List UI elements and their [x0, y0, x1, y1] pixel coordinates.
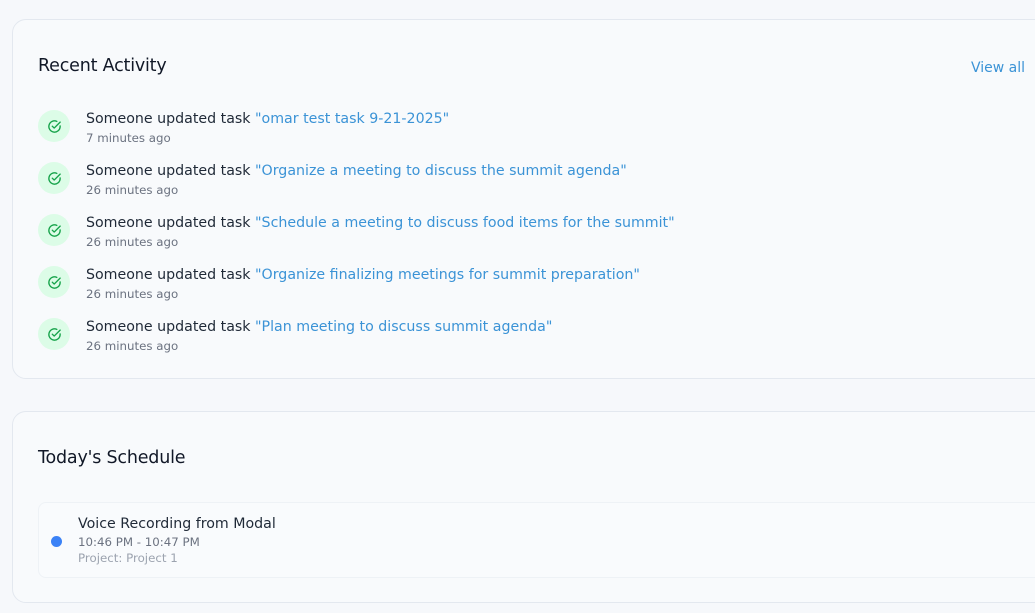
check-circle-icon [38, 266, 70, 298]
activity-time: 26 minutes ago [86, 339, 179, 353]
activity-time: 26 minutes ago [86, 183, 179, 197]
check-circle-icon [38, 318, 70, 350]
activity-time: 7 minutes ago [86, 131, 171, 145]
check-circle-icon [38, 214, 70, 246]
activity-item: Someone updated task "Plan meeting to di… [37, 318, 937, 358]
task-link[interactable]: "Organize a meeting to discuss the summi… [255, 163, 627, 179]
task-link[interactable]: "omar test task 9-21-2025" [255, 111, 449, 127]
schedule-event[interactable]: Voice Recording from Modal 10:46 PM - 10… [38, 502, 1035, 578]
event-dot-icon [51, 536, 62, 547]
activity-prefix: Someone updated task [86, 319, 256, 335]
task-link[interactable]: "Plan meeting to discuss summit agenda" [255, 319, 552, 335]
activity-prefix: Someone updated task [86, 215, 256, 231]
activity-prefix: Someone updated task [86, 267, 256, 283]
todays-schedule-card: Today's Schedule Voice Recording from Mo… [12, 411, 1035, 603]
event-project: Project: Project 1 [78, 551, 178, 565]
recent-activity-card: Recent Activity View all Someone updated… [12, 19, 1035, 379]
activity-prefix: Someone updated task [86, 163, 256, 179]
event-title: Voice Recording from Modal [78, 516, 276, 532]
activity-text: Someone updated task "Organize finalizin… [86, 267, 640, 283]
recent-activity-title: Recent Activity [38, 56, 167, 76]
activity-item: Someone updated task "Organize finalizin… [37, 266, 937, 306]
check-circle-icon [38, 162, 70, 194]
activity-item: Someone updated task "Schedule a meeting… [37, 214, 937, 254]
activity-prefix: Someone updated task [86, 111, 256, 127]
activity-item: Someone updated task "Organize a meeting… [37, 162, 937, 202]
check-circle-icon [38, 110, 70, 142]
activity-text: Someone updated task "Schedule a meeting… [86, 215, 675, 231]
activity-time: 26 minutes ago [86, 287, 179, 301]
activity-time: 26 minutes ago [86, 235, 179, 249]
todays-schedule-title: Today's Schedule [38, 448, 186, 468]
activity-text: Someone updated task "Organize a meeting… [86, 163, 627, 179]
activity-text: Someone updated task "Plan meeting to di… [86, 319, 552, 335]
task-link[interactable]: "Organize finalizing meetings for summit… [255, 267, 640, 283]
view-all-link[interactable]: View all [971, 60, 1025, 76]
activity-item: Someone updated task "omar test task 9-2… [37, 110, 937, 150]
activity-text: Someone updated task "omar test task 9-2… [86, 111, 449, 127]
task-link[interactable]: "Schedule a meeting to discuss food item… [255, 215, 675, 231]
event-time: 10:46 PM - 10:47 PM [78, 535, 200, 549]
